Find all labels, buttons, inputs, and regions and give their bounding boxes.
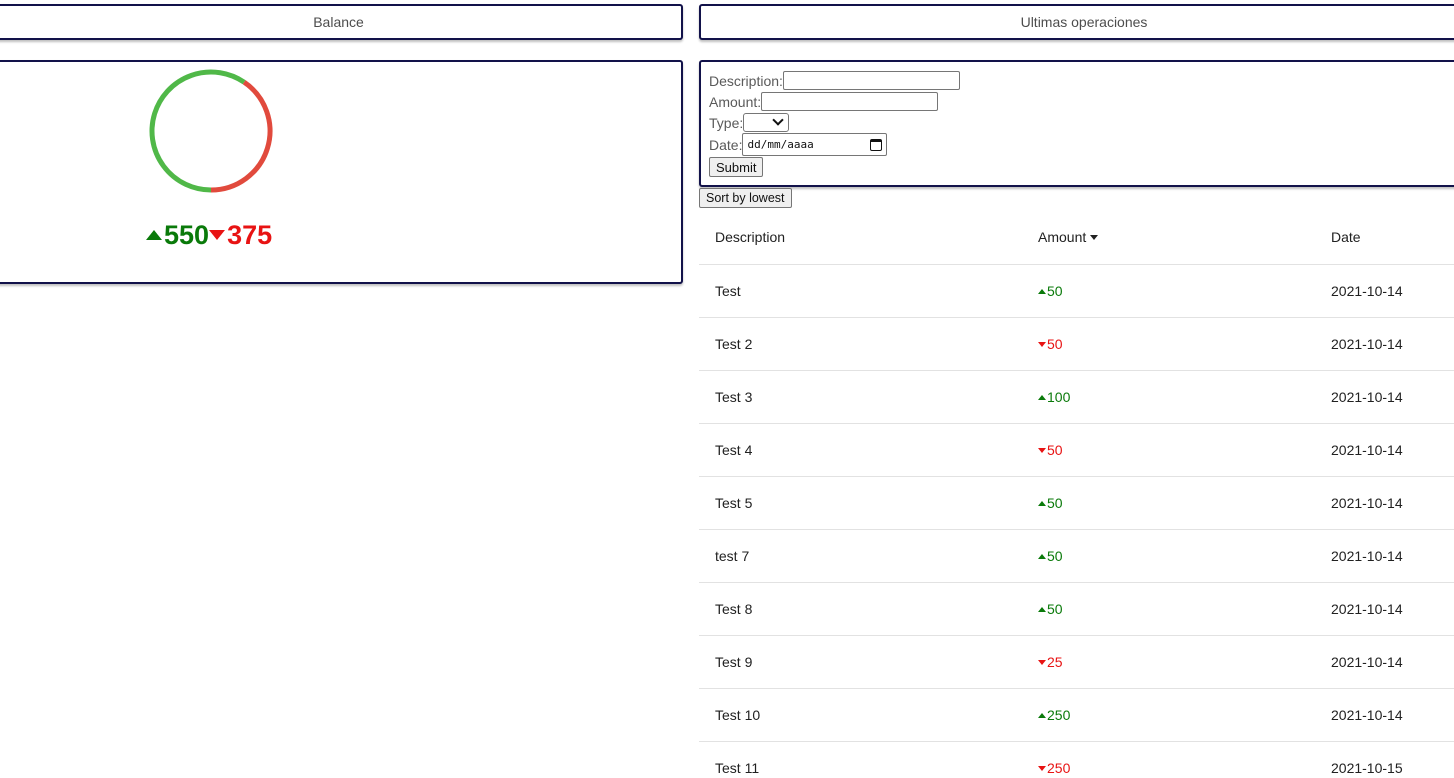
amount-row: Amount: — [709, 91, 939, 112]
table-row: Test 3 100 2021-10-14 — [699, 371, 1454, 424]
table-row: Test 4 50 2021-10-14 — [699, 424, 1454, 477]
caret-down-icon — [1038, 765, 1046, 771]
row-date: 2021-10-14 — [1331, 442, 1403, 458]
type-select[interactable] — [743, 113, 790, 132]
table-body: Test 50 2021-10-14 Test 2 50 2021-10-14 Test 3… — [699, 265, 1454, 778]
operations-table: Description Amount Date Test 50 2021-10-14… — [699, 210, 1454, 778]
chevron-down-icon — [772, 114, 784, 126]
expense-total: 375 — [227, 220, 273, 250]
sort-desc-icon — [1090, 234, 1099, 240]
row-date: 2021-10-14 — [1331, 283, 1403, 299]
caret-up-icon — [1038, 500, 1046, 506]
description-row: Description: — [709, 70, 960, 91]
row-date: 2021-10-14 — [1331, 601, 1403, 617]
caret-down-icon — [1038, 341, 1046, 347]
row-amount: 50 — [1038, 336, 1063, 352]
row-description: Test 5 — [715, 495, 753, 511]
table-row: Test 50 2021-10-14 — [699, 265, 1454, 318]
date-label: Date: — [709, 136, 743, 153]
expense-arc — [210, 80, 273, 193]
caret-up-icon — [1038, 394, 1046, 400]
income-arc — [149, 69, 246, 193]
row-description: Test 4 — [715, 442, 753, 458]
row-amount: 50 — [1038, 283, 1063, 299]
row-date: 2021-10-15 — [1331, 760, 1403, 776]
caret-down-icon — [1038, 659, 1046, 665]
row-date: 2021-10-14 — [1331, 336, 1403, 352]
sort-button[interactable]: Sort by lowest — [699, 188, 792, 208]
caret-up-icon — [1038, 288, 1046, 294]
row-description: Test 3 — [715, 389, 753, 405]
row-date: 2021-10-14 — [1331, 389, 1403, 405]
row-date: 2021-10-14 — [1331, 548, 1403, 564]
row-description: test 7 — [715, 548, 750, 564]
table-row: Test 8 50 2021-10-14 — [699, 583, 1454, 636]
date-row: Date: dd/mm/aaaa — [709, 133, 888, 156]
column-header-date[interactable]: Date — [1331, 229, 1361, 245]
row-date: 2021-10-14 — [1331, 654, 1403, 670]
row-amount-value: 50 — [1047, 495, 1063, 511]
app-page: Balance Ultimas operaciones 550 375 Desc… — [0, 0, 1454, 778]
row-amount: 25 — [1038, 654, 1063, 670]
operations-title: Ultimas operaciones — [1020, 14, 1148, 30]
balance-donut-chart — [149, 69, 273, 193]
description-input[interactable] — [782, 71, 960, 90]
type-row: Type: — [709, 112, 790, 133]
description-label: Description: — [709, 72, 783, 89]
row-amount: 50 — [1038, 548, 1063, 564]
row-date: 2021-10-14 — [1331, 707, 1403, 723]
row-description: Test 11 — [715, 760, 760, 776]
row-amount: 100 — [1038, 389, 1070, 405]
row-amount-value: 50 — [1047, 283, 1063, 299]
row-amount-value: 50 — [1047, 601, 1063, 617]
row-amount: 250 — [1038, 760, 1070, 776]
column-header-amount-label: Amount — [1038, 229, 1087, 245]
table-row: Test 9 25 2021-10-14 — [699, 636, 1454, 689]
caret-down-icon — [209, 230, 226, 240]
row-amount: 50 — [1038, 495, 1063, 511]
date-placeholder: dd/mm/aaaa — [747, 138, 814, 151]
row-amount-value: 50 — [1047, 548, 1063, 564]
balance-title: Balance — [313, 14, 364, 30]
type-label: Type: — [709, 114, 744, 131]
row-amount-value: 250 — [1047, 760, 1071, 776]
caret-down-icon — [1038, 447, 1046, 453]
caret-up-icon — [1038, 606, 1046, 612]
date-input[interactable]: dd/mm/aaaa — [742, 133, 888, 156]
table-row: Test 11 250 2021-10-15 — [699, 742, 1454, 778]
row-amount: 250 — [1038, 707, 1070, 723]
table-row: Test 10 250 2021-10-14 — [699, 689, 1454, 742]
submit-button[interactable]: Submit — [709, 157, 764, 177]
row-description: Test 10 — [715, 707, 761, 723]
income-total: 550 — [164, 220, 210, 250]
table-row: Test 2 50 2021-10-14 — [699, 318, 1454, 371]
row-amount-value: 100 — [1047, 389, 1071, 405]
table-row: test 7 50 2021-10-14 — [699, 530, 1454, 583]
operations-header: Ultimas operaciones — [699, 4, 1454, 40]
row-description: Test 8 — [715, 601, 753, 617]
table-header: Description Amount Date — [699, 210, 1454, 265]
column-header-amount[interactable]: Amount — [1038, 229, 1099, 245]
row-amount: 50 — [1038, 601, 1063, 617]
amount-input[interactable] — [761, 92, 939, 111]
caret-up-icon — [1038, 712, 1046, 718]
row-amount-value: 50 — [1047, 336, 1063, 352]
row-description: Test — [715, 283, 741, 299]
caret-up-icon — [1038, 553, 1046, 559]
caret-up-icon — [146, 230, 162, 240]
amount-label: Amount: — [709, 93, 762, 110]
balance-header: Balance — [0, 4, 683, 40]
column-header-description[interactable]: Description — [715, 229, 785, 245]
row-amount-value: 25 — [1047, 654, 1063, 670]
table-row: Test 5 50 2021-10-14 — [699, 477, 1454, 530]
row-amount-value: 50 — [1047, 442, 1063, 458]
row-date: 2021-10-14 — [1331, 495, 1403, 511]
row-amount-value: 250 — [1047, 707, 1071, 723]
row-description: Test 9 — [715, 654, 753, 670]
balance-panel — [0, 60, 683, 284]
row-amount: 50 — [1038, 442, 1063, 458]
calendar-icon[interactable] — [870, 138, 883, 151]
balance-totals: 550 375 — [146, 219, 272, 251]
row-description: Test 2 — [715, 336, 753, 352]
